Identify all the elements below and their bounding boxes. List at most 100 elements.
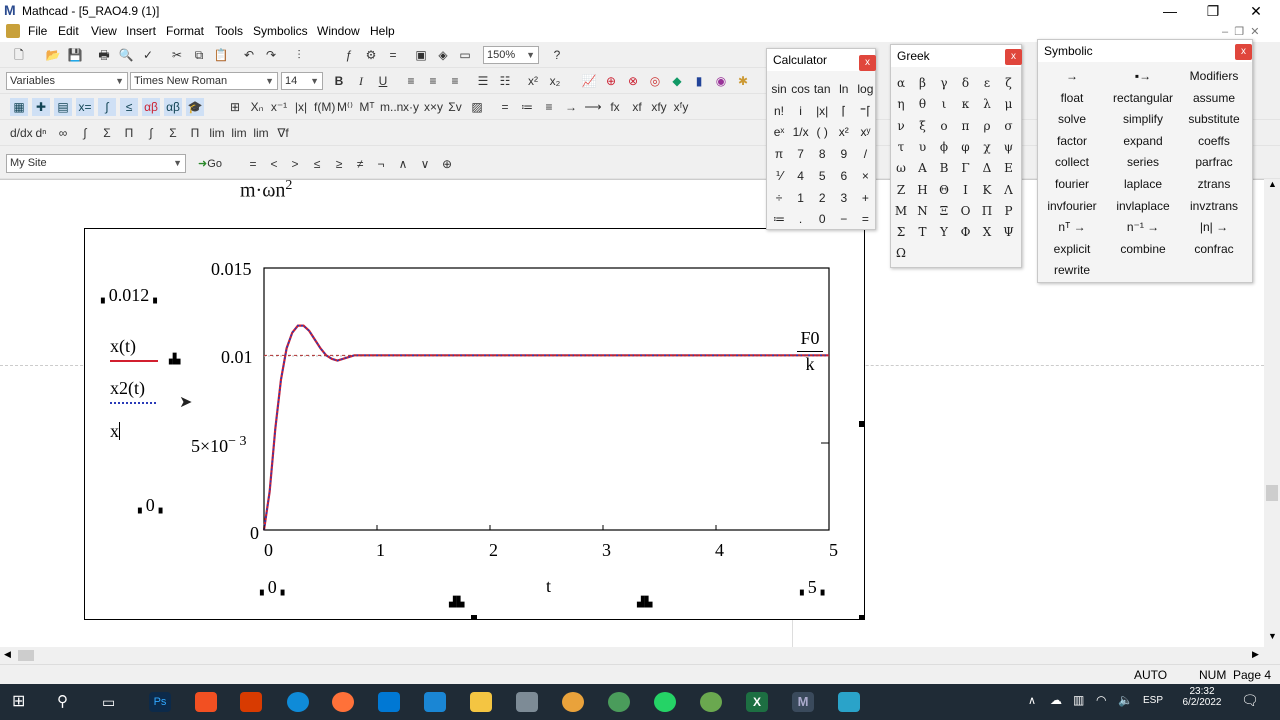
greek-letter-2-1[interactable]: ξ — [913, 116, 933, 137]
greek-letter-3-2[interactable]: ϕ — [934, 137, 954, 158]
menu-window[interactable]: Window — [317, 24, 360, 38]
greater-than-icon[interactable]: > — [286, 155, 304, 173]
trace-icon[interactable]: ⊗ — [624, 72, 642, 90]
greek-letter-2-5[interactable]: σ — [999, 116, 1019, 137]
help-icon[interactable]: ? — [548, 46, 566, 64]
notification-icon[interactable]: 🗨 — [1241, 692, 1259, 709]
wifi-icon[interactable]: ◠ — [1096, 693, 1106, 707]
greek-close-button[interactable]: x — [1005, 49, 1022, 65]
calculator-key-0-3[interactable]: ln — [833, 79, 855, 99]
definition-icon[interactable]: ≔ — [518, 98, 536, 116]
limit-icon[interactable]: lim — [208, 124, 226, 142]
contour-plot-icon[interactable]: ◉ — [712, 72, 730, 90]
greek-letter-1-4[interactable]: λ — [977, 94, 997, 115]
calculator-key-6-2[interactable]: 0 — [811, 209, 833, 229]
greek-letter-5-4[interactable]: Κ — [977, 180, 997, 201]
calculator-key-5-3[interactable]: 3 — [833, 188, 855, 208]
menu-insert[interactable]: Insert — [126, 24, 156, 38]
calculator-key-6-0[interactable]: ≔ — [768, 209, 790, 229]
symbolic-keyword-9-0[interactable]: rewrite — [1036, 260, 1108, 281]
symbolic-keyword-3-1[interactable]: expand — [1107, 131, 1179, 152]
calculator-key-3-0[interactable]: π — [768, 144, 790, 164]
programming-palette-icon[interactable]: αβ — [142, 98, 160, 116]
horizontal-scrollbar[interactable]: ◀ ▶ — [0, 647, 1280, 664]
greek-letter-6-3[interactable]: Ο — [956, 201, 976, 222]
volume-icon[interactable]: 🔈 — [1118, 693, 1133, 707]
calculator-key-5-4[interactable]: + — [854, 188, 876, 208]
calculator-key-5-1[interactable]: 1 — [790, 188, 812, 208]
mathcad-taskbar-icon[interactable]: M — [792, 692, 814, 712]
hscroll-thumb[interactable] — [18, 650, 34, 661]
cut-icon[interactable]: ✂ — [168, 46, 186, 64]
symbolic-eval-icon[interactable]: → — [562, 98, 580, 116]
chrome-profile-icon[interactable] — [608, 692, 630, 712]
calculator-key-1-3[interactable]: ⌈ — [833, 101, 855, 121]
legend-x[interactable]: x — [110, 421, 120, 442]
limit-right-icon[interactable]: lim — [230, 124, 248, 142]
limit-left-icon[interactable]: lim — [252, 124, 270, 142]
symbolic-keyword-3-0[interactable]: factor — [1036, 131, 1108, 152]
greek-letter-6-0[interactable]: Μ — [891, 201, 911, 222]
screen-recorder-icon[interactable] — [838, 692, 860, 712]
calculator-key-4-3[interactable]: 6 — [833, 166, 855, 186]
greek-letter-3-0[interactable]: τ — [891, 137, 911, 158]
matrix-palette-icon[interactable]: ▤ — [54, 98, 72, 116]
onedrive-icon[interactable]: ☁ — [1050, 693, 1062, 707]
less-equal-icon[interactable]: ≤ — [308, 155, 326, 173]
symbolic-keyword-0-0[interactable]: → — [1036, 66, 1108, 87]
symbolic-keyword-5-0[interactable]: fourier — [1036, 174, 1108, 195]
greek-letter-1-1[interactable]: θ — [913, 94, 933, 115]
new-file-icon[interactable]: 🗋 — [10, 46, 28, 64]
greek-letter-4-3[interactable]: Γ — [956, 158, 976, 179]
italic-icon[interactable]: I — [352, 72, 370, 90]
greek-letter-3-5[interactable]: ψ — [999, 137, 1019, 158]
restore-button[interactable]: ❐ — [1198, 1, 1228, 21]
symbolic-palette-icon[interactable]: 🎓 — [186, 98, 204, 116]
paste-icon[interactable]: 📋 — [212, 46, 230, 64]
symbolic-keyword-8-0[interactable]: explicit — [1036, 239, 1108, 260]
greek-letter-4-5[interactable]: Ε — [999, 158, 1019, 179]
language-indicator[interactable]: ESP — [1143, 695, 1163, 706]
symbolic-keyword-2-2[interactable]: substitute — [1178, 109, 1250, 130]
calculator-key-4-1[interactable]: 4 — [790, 166, 812, 186]
align-center-icon[interactable]: ≡ — [424, 72, 442, 90]
greek-letter-5-2[interactable]: Θ — [934, 180, 954, 201]
menu-help[interactable]: Help — [370, 24, 395, 38]
snip-tool-icon[interactable] — [516, 692, 538, 712]
vector-field-icon[interactable]: ✱ — [734, 72, 752, 90]
surface-plot-icon[interactable]: ◆ — [668, 72, 686, 90]
greek-letter-7-1[interactable]: Τ — [913, 222, 933, 243]
eval-equals-icon[interactable]: = — [496, 98, 514, 116]
matrix-insert-icon[interactable]: ⊞ — [226, 98, 244, 116]
vectorize-icon[interactable]: f(M) — [314, 98, 335, 116]
calculator-key-3-3[interactable]: 9 — [833, 144, 855, 164]
firefox-icon[interactable] — [332, 692, 354, 712]
align-left-icon[interactable]: ≡ — [402, 72, 420, 90]
vertical-scrollbar[interactable]: ▲ ▼ — [1264, 179, 1280, 647]
symbolic-keyword-7-0[interactable]: nᵀ → — [1036, 217, 1108, 238]
calculator-key-2-1[interactable]: 1/x — [790, 122, 812, 142]
tray-chevron-icon[interactable]: ∧ — [1028, 694, 1036, 707]
network-icon[interactable]: ▥ — [1073, 693, 1084, 707]
bar-plot-icon[interactable]: ▮ — [690, 72, 708, 90]
excel-icon[interactable]: X — [746, 692, 768, 712]
font-select[interactable]: Times New Roman ▼ — [130, 72, 278, 90]
menu-symbolics[interactable]: Symbolics — [253, 24, 308, 38]
greek-letter-2-0[interactable]: ν — [891, 116, 911, 137]
store-icon[interactable] — [378, 692, 400, 712]
calculator-close-button[interactable]: x — [859, 55, 876, 71]
style-select[interactable]: Variables ▼ — [6, 72, 128, 90]
definite-integral-icon[interactable]: ∫ — [76, 124, 94, 142]
transpose-icon[interactable]: Mᵀ — [358, 98, 376, 116]
greek-letter-1-5[interactable]: μ — [999, 94, 1019, 115]
calculator-key-3-1[interactable]: 7 — [790, 144, 812, 164]
calculator-key-2-4[interactable]: xʸ — [854, 122, 876, 142]
scroll-right-icon[interactable]: ▶ — [1252, 649, 1259, 660]
greek-letter-5-1[interactable]: Η — [913, 180, 933, 201]
document-icon[interactable] — [6, 24, 20, 38]
calculator-key-1-1[interactable]: i — [790, 101, 812, 121]
superscript-icon[interactable]: x² — [524, 72, 542, 90]
greek-letter-6-1[interactable]: Ν — [913, 201, 933, 222]
range-sum-icon[interactable]: Σ — [164, 124, 182, 142]
symbolic-keyword-3-2[interactable]: coeffs — [1178, 131, 1250, 152]
